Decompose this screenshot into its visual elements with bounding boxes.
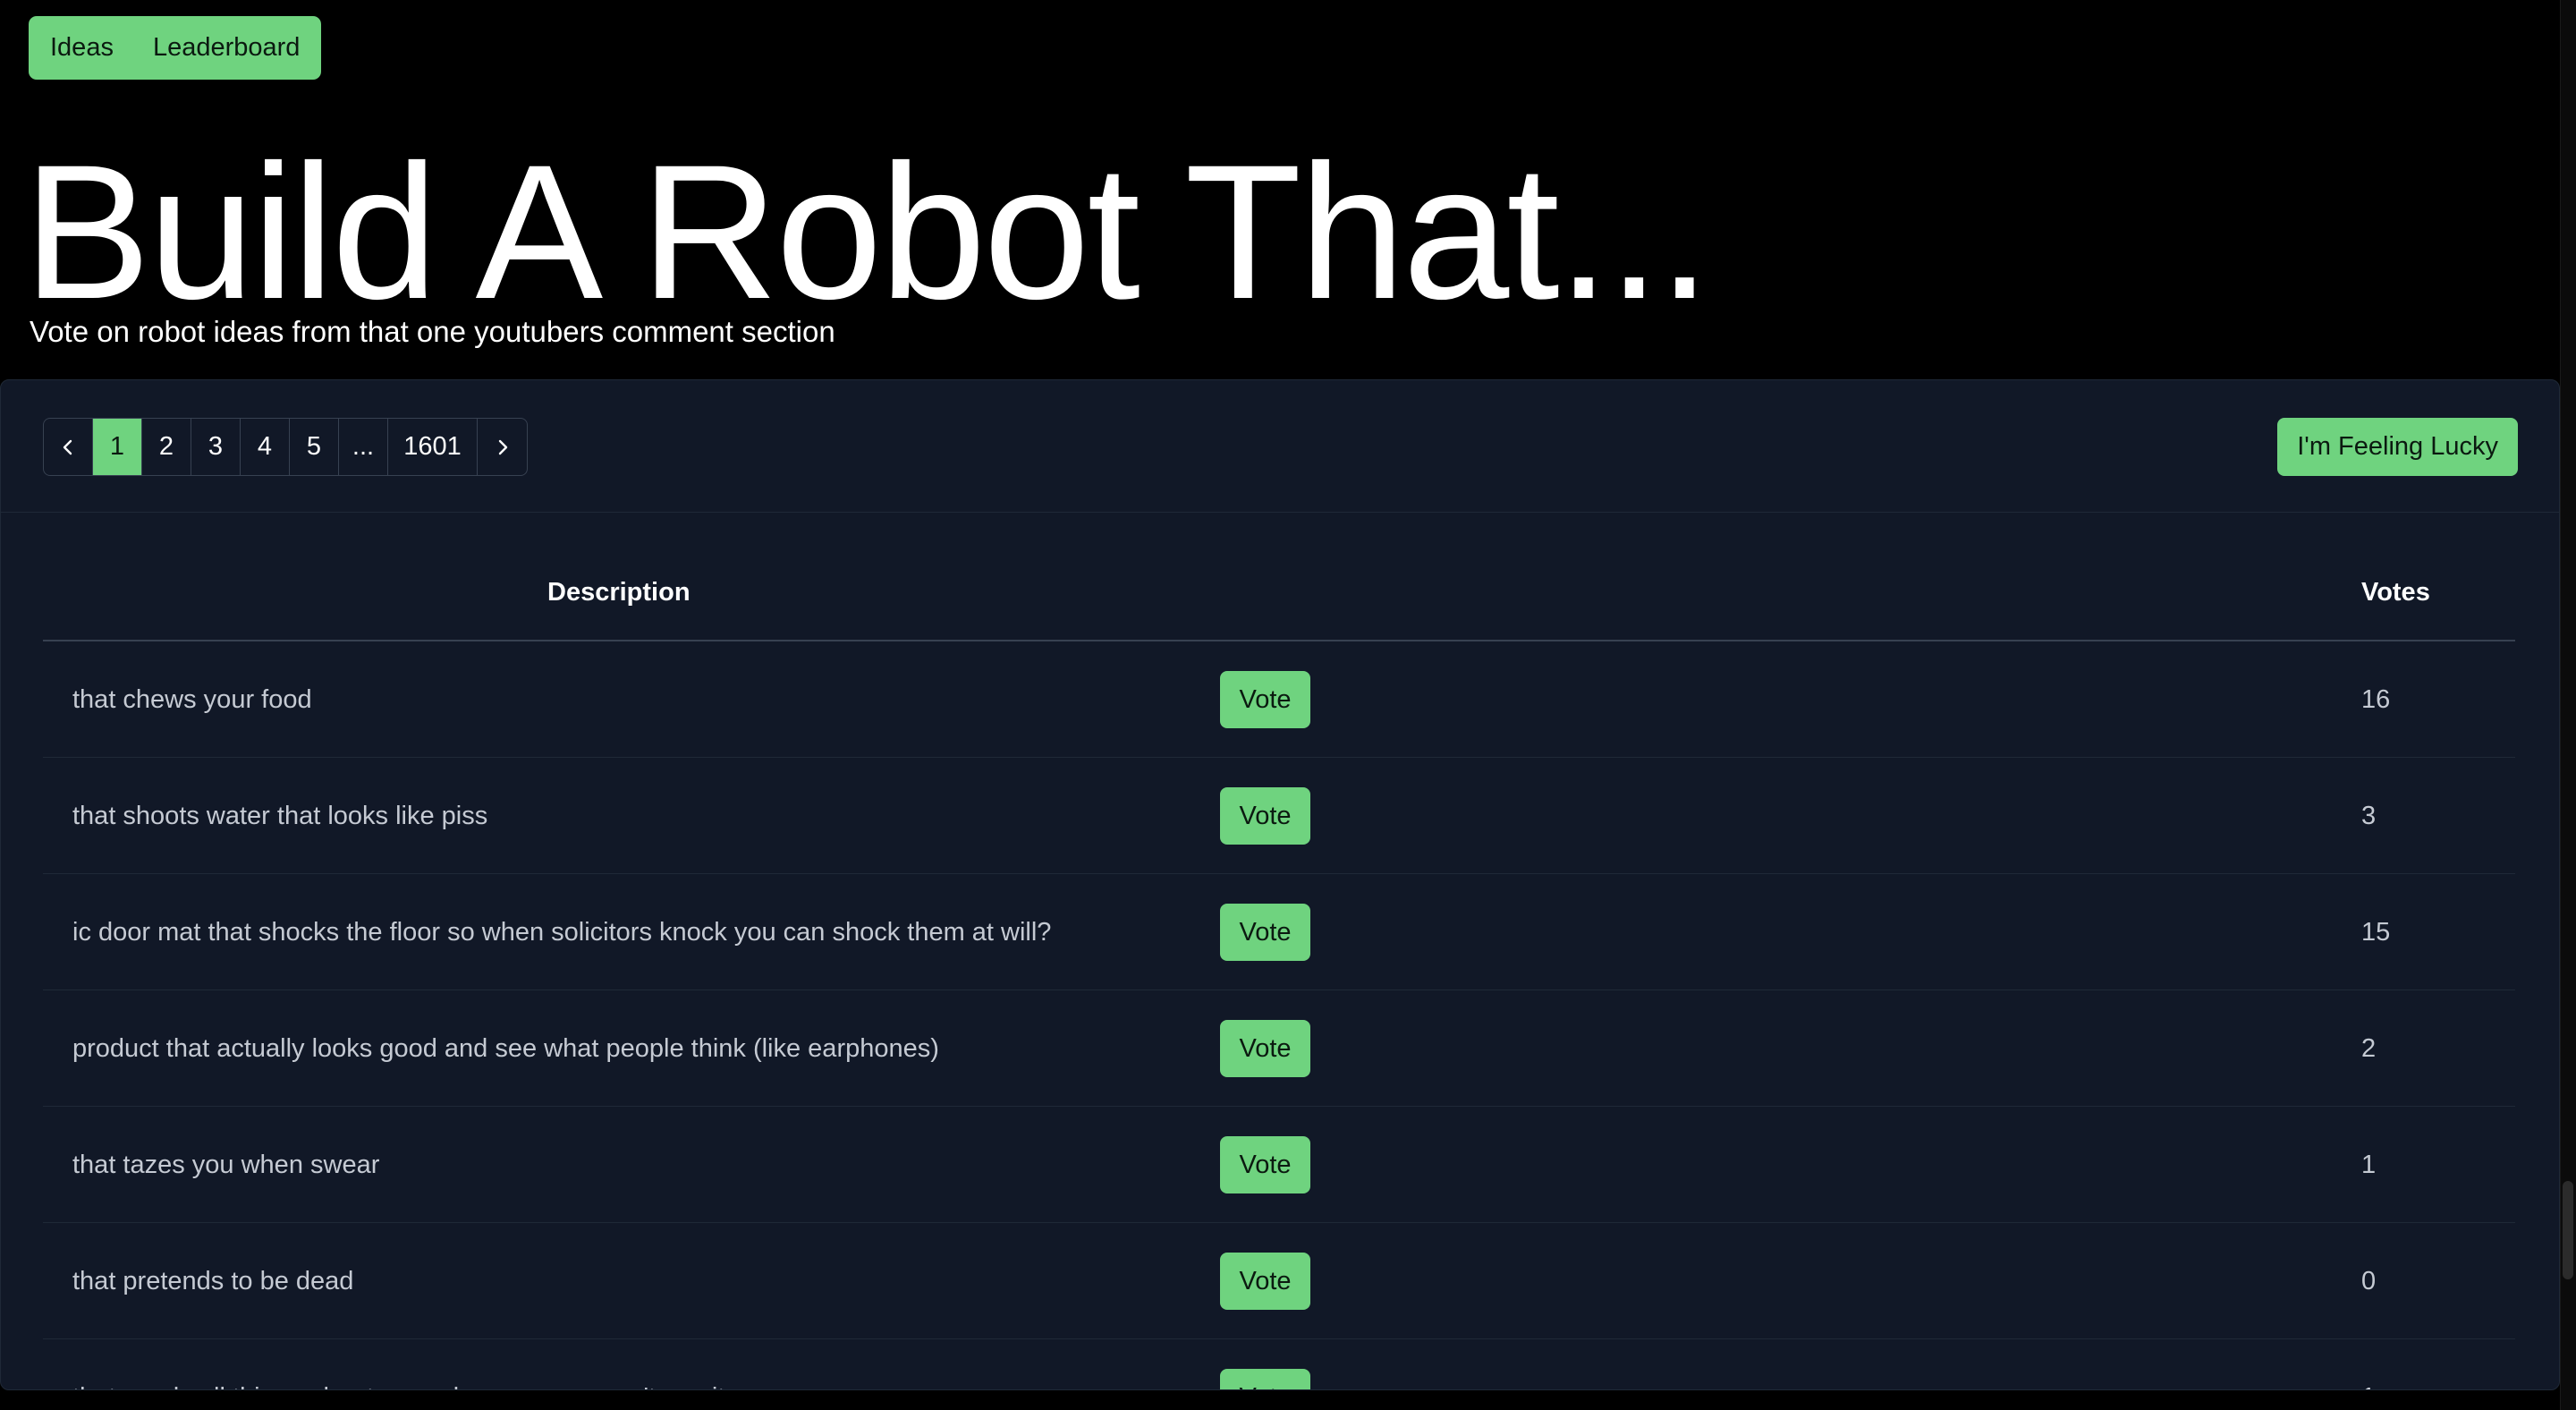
vote-count: 15 <box>2361 918 2391 947</box>
vote-count: 16 <box>2361 685 2391 714</box>
idea-description: that chews your food <box>72 685 312 714</box>
chevron-right-icon <box>498 439 507 454</box>
vote-count: 1 <box>2361 1339 2376 1389</box>
vote-count: 2 <box>2361 1034 2377 1063</box>
chevron-left-icon <box>63 439 72 454</box>
table-row: product that actually looks good and see… <box>43 990 2515 1107</box>
pagination-page-3[interactable]: 3 <box>191 419 241 475</box>
vote-button[interactable]: Vote <box>1220 1020 1310 1077</box>
pagination-ellipsis[interactable]: ... <box>339 419 388 475</box>
table-row: that tazes you when swear Vote 1 <box>43 1107 2515 1223</box>
table-header: Description Votes <box>43 557 2515 641</box>
vote-button[interactable]: Vote <box>1220 1136 1310 1193</box>
pagination-next-button[interactable] <box>478 419 527 475</box>
vote-button[interactable]: Vote <box>1220 671 1310 728</box>
vote-count: 0 <box>2361 1267 2377 1295</box>
pagination-page-2[interactable]: 2 <box>142 419 191 475</box>
top-nav: Ideas Leaderboard <box>29 16 322 80</box>
nav-ideas-link[interactable]: Ideas <box>50 16 133 80</box>
pagination: 1 2 3 4 5 ... 1601 <box>43 418 528 476</box>
table-row: ic door mat that shocks the floor so whe… <box>43 874 2515 990</box>
page: Ideas Leaderboard Build A Robot That... … <box>0 0 2576 1410</box>
idea-description: that tazes you when swear <box>72 1151 380 1179</box>
table-row: that shoots water that looks like piss V… <box>43 758 2515 874</box>
nav-leaderboard-link[interactable]: Leaderboard <box>133 16 300 80</box>
vote-button[interactable]: Vote <box>1220 904 1310 961</box>
toolbar: 1 2 3 4 5 ... 1601 I'm Feeling Lucky <box>1 380 2559 513</box>
idea-description: that pretends to be dead <box>72 1267 354 1295</box>
feeling-lucky-button[interactable]: I'm Feeling Lucky <box>2277 418 2518 476</box>
vote-button[interactable]: Vote <box>1220 787 1310 845</box>
pagination-page-1[interactable]: 1 <box>93 419 142 475</box>
table-row: that sends all things about your phone s… <box>43 1339 2515 1389</box>
vote-button[interactable]: Vote <box>1220 1369 1310 1389</box>
page-subtitle: Vote on robot ideas from that one youtub… <box>30 315 835 348</box>
vote-count: 3 <box>2361 802 2377 830</box>
vote-button[interactable]: Vote <box>1220 1253 1310 1310</box>
column-header-description: Description <box>547 578 691 607</box>
idea-description: product that actually looks good and see… <box>72 1034 939 1063</box>
ideas-table: Description Votes that chews your food V… <box>43 557 2515 1389</box>
pagination-page-5[interactable]: 5 <box>290 419 339 475</box>
idea-description: that sends all things about your phone s… <box>72 1339 724 1389</box>
ideas-panel: 1 2 3 4 5 ... 1601 I'm Feeling Lucky Des… <box>0 379 2560 1390</box>
scrollbar-thumb[interactable] <box>2563 1181 2573 1279</box>
table-row: that chews your food Vote 16 <box>43 641 2515 758</box>
vote-count: 1 <box>2361 1151 2377 1179</box>
page-scrollbar[interactable] <box>2560 0 2576 1410</box>
table-row: that pretends to be dead Vote 0 <box>43 1223 2515 1339</box>
column-header-votes: Votes <box>2361 578 2430 607</box>
pagination-page-4[interactable]: 4 <box>241 419 290 475</box>
pagination-prev-button[interactable] <box>44 419 93 475</box>
pagination-page-last[interactable]: 1601 <box>388 419 478 475</box>
idea-description: ic door mat that shocks the floor so whe… <box>72 918 1052 947</box>
page-title: Build A Robot That... <box>23 125 1711 339</box>
idea-description: that shoots water that looks like piss <box>72 802 488 830</box>
